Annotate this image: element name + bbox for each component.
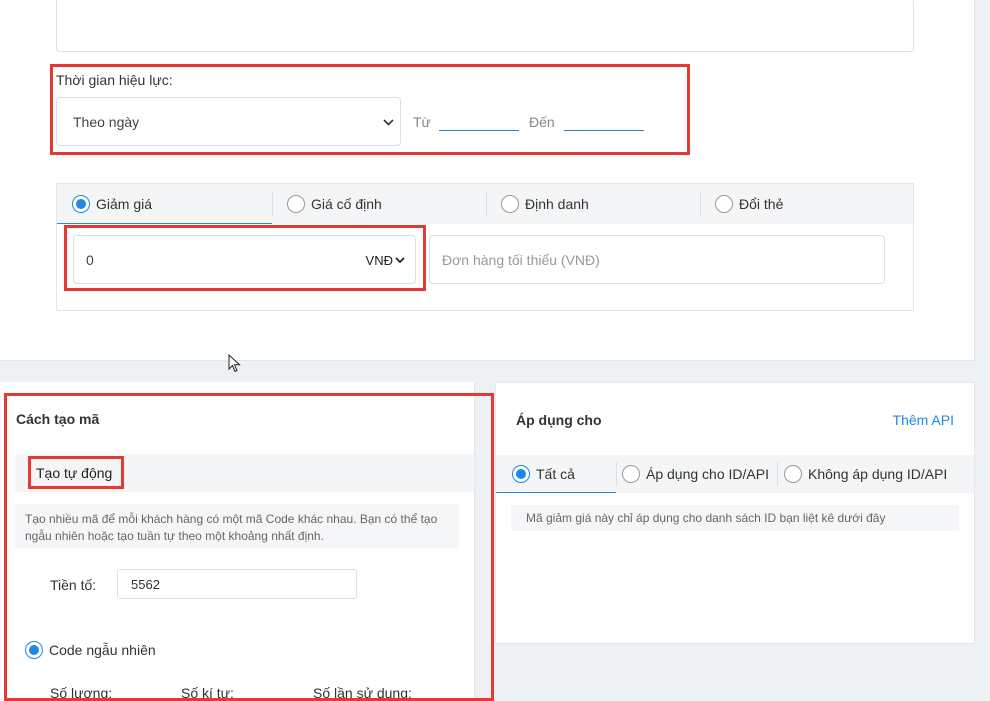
active-tab-underline <box>496 492 616 493</box>
description-textarea[interactable] <box>56 0 914 52</box>
tab-label: Định danh <box>525 196 589 212</box>
tab-label: Tất cả <box>536 466 575 482</box>
prefix-label: Tiền tố: <box>50 577 97 593</box>
amount-value: 0 <box>86 252 94 268</box>
usage-label: Số lần sử dụng: <box>313 685 412 701</box>
chevron-down-icon <box>382 98 394 147</box>
code-creation-hint: Tạo nhiều mã để mỗi khách hàng có một mã… <box>15 504 459 548</box>
tab-label: Giá cố định <box>311 196 382 212</box>
apply-for-card: Áp dụng cho Thêm API Tất cả Áp dụng cho … <box>495 382 975 644</box>
tab-divider <box>777 462 778 486</box>
currency-label: VNĐ <box>365 253 393 268</box>
tab-divider <box>616 462 617 486</box>
mouse-cursor-icon <box>228 354 241 373</box>
radio-icon <box>715 195 733 213</box>
chevron-down-icon <box>395 257 405 264</box>
radio-icon <box>784 465 802 483</box>
tab-all[interactable]: Tất cả <box>512 455 575 493</box>
to-label: Đến <box>529 114 555 130</box>
radio-selected-icon <box>72 195 90 213</box>
tab-card-exchange[interactable]: Đổi thẻ <box>715 184 783 224</box>
apply-for-title: Áp dụng cho <box>516 412 602 428</box>
add-api-link[interactable]: Thêm API <box>893 412 954 428</box>
radio-icon <box>501 195 519 213</box>
tab-auto-create[interactable]: Tạo tự động <box>36 454 112 492</box>
tab-label: Áp dụng cho ID/API <box>646 466 769 482</box>
discount-amount-input[interactable]: 0 VNĐ <box>73 235 416 284</box>
tab-fixed-price[interactable]: Giá cố định <box>287 184 382 224</box>
discount-type-panel: Giảm giá Giá cố định Định danh Đổi thẻ 0 <box>56 183 914 311</box>
tab-discount[interactable]: Giảm giá <box>72 184 152 224</box>
min-order-placeholder: Đơn hàng tối thiểu (VNĐ) <box>442 252 600 268</box>
tab-apply-id-api[interactable]: Áp dụng cho ID/API <box>622 455 769 493</box>
currency-select[interactable]: VNĐ <box>366 236 405 285</box>
apply-for-tabs: Tất cả Áp dụng cho ID/API Không áp dụng … <box>496 455 974 493</box>
validity-label: Thời gian hiệu lực: <box>56 72 173 88</box>
quantity-label: Số lượng: <box>50 685 113 701</box>
discount-type-tabs: Giảm giá Giá cố định Định danh Đổi thẻ <box>57 184 913 224</box>
tab-divider <box>272 192 273 216</box>
tab-divider <box>700 192 701 216</box>
radio-icon <box>622 465 640 483</box>
tab-label: Đổi thẻ <box>739 196 784 212</box>
radio-icon <box>287 195 305 213</box>
random-code-label: Code ngẫu nhiên <box>49 642 156 658</box>
from-label: Từ <box>413 114 431 130</box>
tab-identity[interactable]: Định danh <box>501 184 589 224</box>
random-code-option[interactable]: Code ngẫu nhiên <box>25 641 156 659</box>
min-order-input[interactable]: Đơn hàng tối thiểu (VNĐ) <box>429 235 885 284</box>
tab-label: Giảm giá <box>96 196 153 212</box>
code-creation-tabs: Tạo tự động <box>15 454 474 492</box>
code-creation-card: Cách tạo mã Tạo tự động Tạo nhiều mã để … <box>0 382 475 701</box>
apply-for-hint: Mã giảm giá này chỉ áp dụng cho danh sác… <box>511 505 959 531</box>
to-date-input[interactable] <box>564 130 644 131</box>
tab-exclude-id-api[interactable]: Không áp dụng ID/API <box>784 455 947 493</box>
tab-divider <box>486 192 487 216</box>
tab-label: Không áp dụng ID/API <box>808 466 948 482</box>
code-creation-title: Cách tạo mã <box>16 411 100 427</box>
active-tab-underline <box>57 223 272 224</box>
prefix-input[interactable]: 5562 <box>117 569 357 599</box>
radio-selected-icon <box>25 641 43 659</box>
radio-selected-icon <box>512 465 530 483</box>
from-date-input[interactable] <box>439 130 519 131</box>
validity-select[interactable]: Theo ngày <box>56 97 401 146</box>
validity-select-value: Theo ngày <box>73 114 140 130</box>
length-label: Số kí tự: <box>181 685 234 701</box>
discount-form-card: Thời gian hiệu lực: Theo ngày Từ Đến Giả… <box>0 0 975 361</box>
